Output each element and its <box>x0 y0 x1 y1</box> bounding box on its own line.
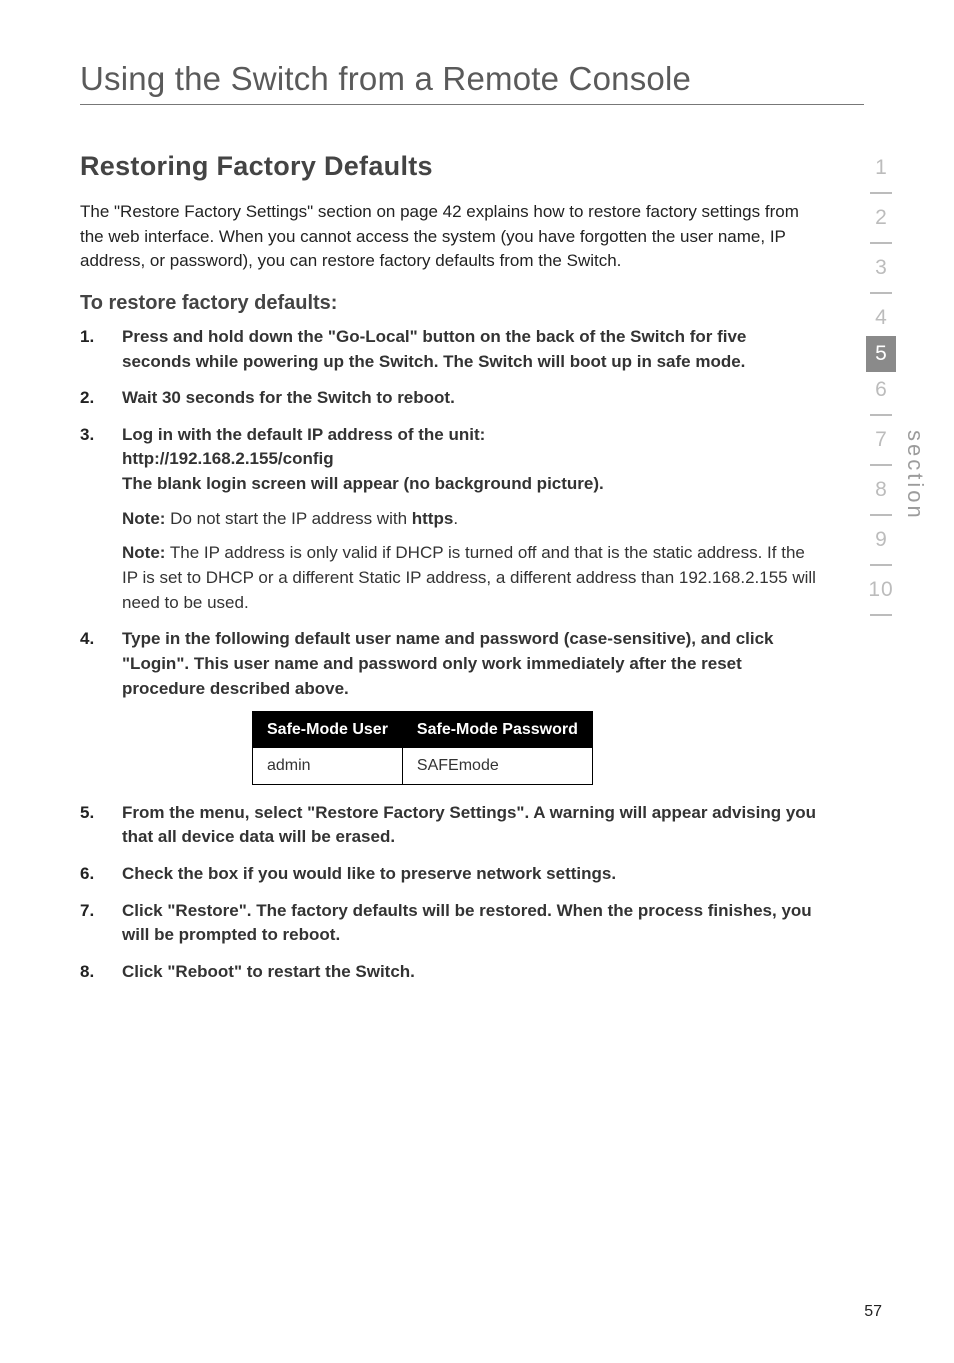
tab-7[interactable]: 7 <box>866 422 896 458</box>
step-1-text: Press and hold down the "Go-Local" butto… <box>122 327 746 371</box>
page: Using the Switch from a Remote Console R… <box>0 0 954 1363</box>
note-label-2: Note: <box>122 543 165 562</box>
note-1-end: . <box>453 509 458 528</box>
tab-separator <box>870 464 892 466</box>
step-3-url: http://192.168.2.155/config <box>122 449 334 468</box>
tab-2[interactable]: 2 <box>866 200 896 236</box>
intro-paragraph: The "Restore Factory Settings" section o… <box>80 200 800 274</box>
step-6-text: Check the box if you would like to prese… <box>122 864 616 883</box>
step-3-text-a: Log in with the default IP address of th… <box>122 425 485 444</box>
tab-separator <box>870 242 892 244</box>
section-side-label: section <box>902 430 928 521</box>
steps-list: Press and hold down the "Go-Local" butto… <box>80 325 820 985</box>
th-user: Safe-Mode User <box>253 712 403 748</box>
chapter-title: Using the Switch from a Remote Console <box>80 60 864 98</box>
table-row: admin SAFEmode <box>253 748 593 784</box>
tab-5-active[interactable]: 5 <box>866 336 896 372</box>
step-7: Click "Restore". The factory defaults wi… <box>80 899 820 948</box>
step-2: Wait 30 seconds for the Switch to reboot… <box>80 386 820 411</box>
step-8: Click "Reboot" to restart the Switch. <box>80 960 820 985</box>
section-tabs: 1 2 3 4 5 6 7 8 9 10 <box>866 150 896 622</box>
note-label: Note: <box>122 509 165 528</box>
step-7-text: Click "Restore". The factory defaults wi… <box>122 901 812 945</box>
tab-3[interactable]: 3 <box>866 250 896 286</box>
note-1-text: Do not start the IP address with <box>165 509 411 528</box>
tab-8[interactable]: 8 <box>866 472 896 508</box>
tab-separator <box>870 614 892 616</box>
note-1-bold: https <box>412 509 454 528</box>
td-password: SAFEmode <box>402 748 592 784</box>
step-3-text-b: The blank login screen will appear (no b… <box>122 474 604 493</box>
table-header-row: Safe-Mode User Safe-Mode Password <box>253 712 593 748</box>
th-password: Safe-Mode Password <box>402 712 592 748</box>
credentials-table: Safe-Mode User Safe-Mode Password admin … <box>252 711 593 784</box>
step-4-text: Type in the following default user name … <box>122 629 774 697</box>
tab-separator <box>870 192 892 194</box>
note-2-text: The IP address is only valid if DHCP is … <box>122 543 816 611</box>
tab-1[interactable]: 1 <box>866 150 896 186</box>
chapter-rule <box>80 104 864 105</box>
step-3-note-2: Note: The IP address is only valid if DH… <box>122 541 820 615</box>
page-number: 57 <box>864 1303 882 1321</box>
step-4: Type in the following default user name … <box>80 627 820 784</box>
tab-4[interactable]: 4 <box>866 300 896 336</box>
tab-10[interactable]: 10 <box>866 572 896 608</box>
step-6: Check the box if you would like to prese… <box>80 862 820 887</box>
step-5: From the menu, select "Restore Factory S… <box>80 801 820 850</box>
tab-separator <box>870 414 892 416</box>
tab-6[interactable]: 6 <box>866 372 896 408</box>
step-5-text: From the menu, select "Restore Factory S… <box>122 803 816 847</box>
tab-separator <box>870 564 892 566</box>
step-3: Log in with the default IP address of th… <box>80 423 820 615</box>
tab-9[interactable]: 9 <box>866 522 896 558</box>
step-1: Press and hold down the "Go-Local" butto… <box>80 325 820 374</box>
step-2-text: Wait 30 seconds for the Switch to reboot… <box>122 388 455 407</box>
td-user: admin <box>253 748 403 784</box>
subheading: To restore factory defaults: <box>80 292 864 315</box>
tab-separator <box>870 514 892 516</box>
step-3-note-1: Note: Do not start the IP address with h… <box>122 507 820 532</box>
step-8-text: Click "Reboot" to restart the Switch. <box>122 962 415 981</box>
tab-separator <box>870 292 892 294</box>
section-heading: Restoring Factory Defaults <box>80 151 864 182</box>
